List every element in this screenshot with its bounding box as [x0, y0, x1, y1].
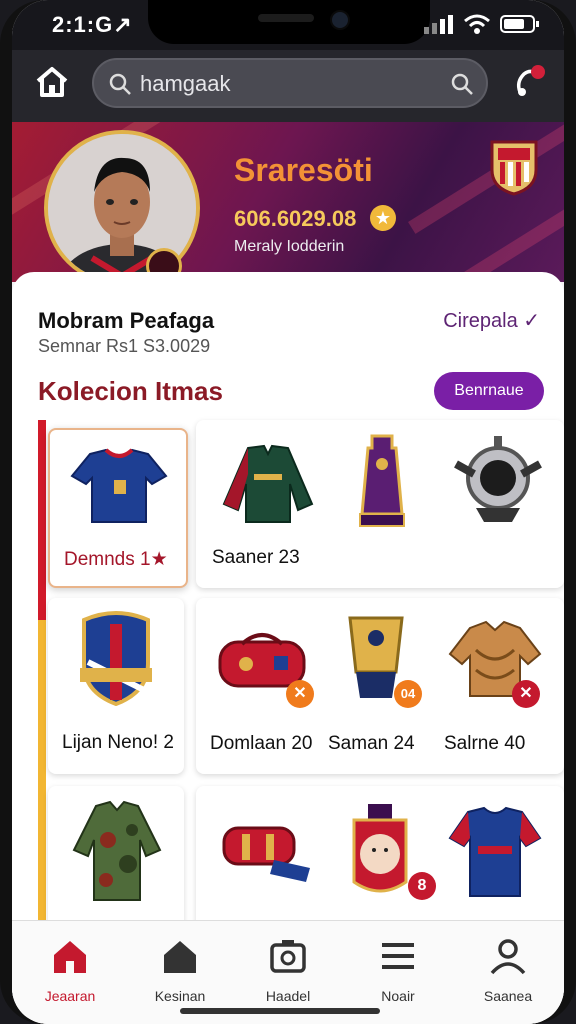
- item-card-crest[interactable]: Lijan Neno! 2: [48, 598, 184, 774]
- search-bar[interactable]: hamgaak: [92, 58, 488, 108]
- front-camera: [330, 10, 350, 30]
- coin-balance: 606.6029.08: [234, 206, 357, 231]
- trophy-icon[interactable]: [356, 434, 408, 530]
- item-badge-icon[interactable]: 04: [394, 680, 422, 708]
- blue-jersey-icon: [70, 448, 168, 523]
- nav-label: Saanea: [483, 988, 533, 1004]
- menu-icon: [382, 943, 414, 969]
- signal-icon: [424, 15, 453, 34]
- nav-tab-home[interactable]: Jeaaran: [20, 937, 120, 1004]
- screen: 2:1:G↗ hamgaak Sraresöti 606.6029.08 ★ M…: [12, 0, 564, 1024]
- search-icon: [109, 73, 131, 95]
- remove-badge-icon[interactable]: ✕: [286, 680, 314, 708]
- track-jacket-icon[interactable]: [220, 444, 316, 524]
- club-crest-icon[interactable]: [488, 138, 540, 196]
- status-label[interactable]: Cirepala ✓: [443, 308, 540, 333]
- nav-label: Kesinan: [154, 988, 206, 1004]
- scarf-icon[interactable]: [214, 820, 314, 886]
- item-label: Domlaan 20: [210, 733, 313, 754]
- camera-icon: [270, 940, 306, 973]
- mascot-icon[interactable]: [348, 802, 412, 902]
- hero-stripe: [408, 122, 564, 234]
- home-icon[interactable]: [34, 64, 70, 100]
- nav-tab-house[interactable]: Kesinan: [130, 937, 230, 1004]
- side-accent-strip: [38, 420, 46, 920]
- notification-icon[interactable]: [510, 62, 550, 102]
- status-bar: 2:1:G↗: [12, 0, 564, 50]
- camo-shirt-icon: [72, 800, 162, 901]
- phone-frame: 2:1:G↗ hamgaak Sraresöti 606.6029.08 ★ M…: [0, 0, 576, 1024]
- home-indicator[interactable]: [180, 1008, 380, 1014]
- nav-tab-camera[interactable]: Haadel: [238, 937, 338, 1004]
- nav-tab-profile[interactable]: Saanea: [458, 937, 558, 1004]
- search-submit-icon[interactable]: [450, 72, 474, 96]
- hero-subtitle: Meraly Iodderin: [234, 238, 345, 255]
- item-card-camo[interactable]: [48, 786, 184, 936]
- section-action-button[interactable]: Benrnaue: [434, 372, 544, 410]
- home-icon: [54, 941, 86, 973]
- red-jersey-icon[interactable]: [448, 806, 542, 898]
- nav-label: Noair: [381, 988, 415, 1004]
- item-badge-icon[interactable]: 8: [408, 872, 436, 900]
- star-coin-icon: ★: [370, 205, 396, 231]
- user-id: Semnar Rs1 S3.0029: [38, 336, 211, 356]
- battery-icon: [500, 15, 539, 33]
- item-label: Saman 24: [328, 733, 415, 754]
- item-label: Demnds 1★: [64, 549, 168, 570]
- whistle-icon[interactable]: [450, 434, 546, 526]
- item-card-jersey[interactable]: Demnds 1★: [48, 428, 188, 588]
- status-time: 2:1:G↗: [52, 12, 133, 37]
- nav-tab-menu[interactable]: Noair: [348, 937, 448, 1004]
- item-label: Saaner 23: [212, 547, 300, 568]
- nav-label: Haadel: [265, 988, 311, 1004]
- section-title: Kolecion Itmas: [38, 376, 223, 406]
- notch: [148, 0, 430, 44]
- remove-badge-icon[interactable]: ✕: [512, 680, 540, 708]
- item-label: Lijan Neno! 2: [62, 732, 174, 753]
- username: Mobram Peafaga: [38, 308, 215, 333]
- nav-label: Jeaaran: [44, 988, 96, 1004]
- hero-name: Sraresöti: [234, 152, 373, 188]
- top-bar: hamgaak: [12, 50, 564, 122]
- wifi-icon: [464, 14, 490, 34]
- profile-icon: [490, 939, 526, 975]
- search-input[interactable]: hamgaak: [140, 71, 231, 97]
- item-label: Salrne 40: [444, 733, 526, 754]
- house-icon: [164, 941, 196, 973]
- status-icons: [424, 14, 540, 34]
- speaker: [258, 14, 314, 22]
- crest-badge-icon: [80, 611, 152, 706]
